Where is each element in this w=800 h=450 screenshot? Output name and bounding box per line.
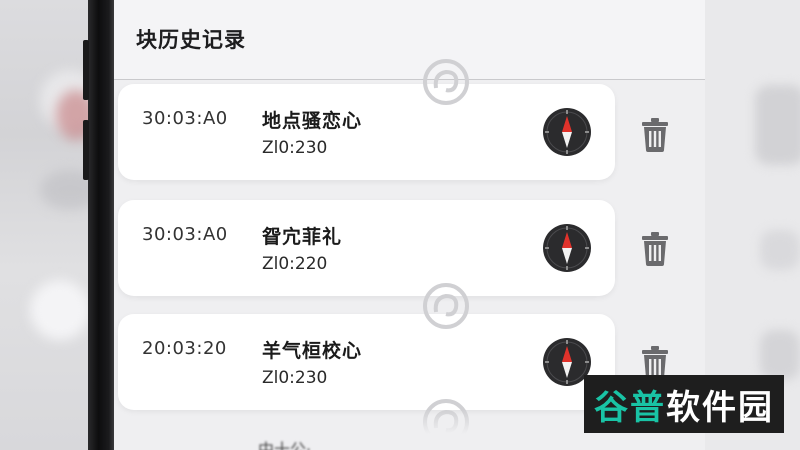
record-name: 地点骚恋心 — [262, 110, 363, 132]
record-time: 30:03:A0 — [142, 108, 228, 129]
ghost-logo-icon — [423, 59, 469, 105]
watermark-text-2: 软件园 — [666, 387, 774, 428]
history-record-card[interactable]: 30:03:A0 地点骚恋心 Zl0:230 — [118, 84, 615, 180]
trash-icon[interactable] — [640, 118, 670, 152]
record-time: 30:03:A0 — [142, 224, 228, 245]
header: 块历史记录 — [114, 0, 705, 80]
record-name: 羊气桓校心 — [262, 340, 363, 362]
record-value: Zl0:230 — [262, 368, 328, 388]
background-blur-left — [0, 0, 92, 450]
trash-icon[interactable] — [640, 232, 670, 266]
compass-icon[interactable] — [542, 223, 592, 273]
record-name: 眢宂菲礼 — [262, 226, 343, 248]
watermark-logo: 谷普 软件园 — [584, 375, 784, 433]
record-value: Zl0:220 — [262, 254, 328, 274]
record-value: Zl0:230 — [262, 138, 328, 158]
watermark-text-1: 谷普 — [594, 387, 666, 428]
ghost-logo-icon — [423, 283, 469, 329]
partial-row-text: 中十公· — [258, 440, 312, 450]
history-record-card[interactable]: 30:03:A0 眢宂菲礼 Zl0:220 — [118, 200, 615, 296]
record-time: 20:03:20 — [142, 338, 227, 359]
compass-icon[interactable] — [542, 107, 592, 157]
history-record-card[interactable]: 20:03:20 羊气桓校心 Zl0:230 — [118, 314, 615, 410]
page-title: 块历史记录 — [136, 28, 246, 52]
phone-bezel — [83, 0, 114, 450]
